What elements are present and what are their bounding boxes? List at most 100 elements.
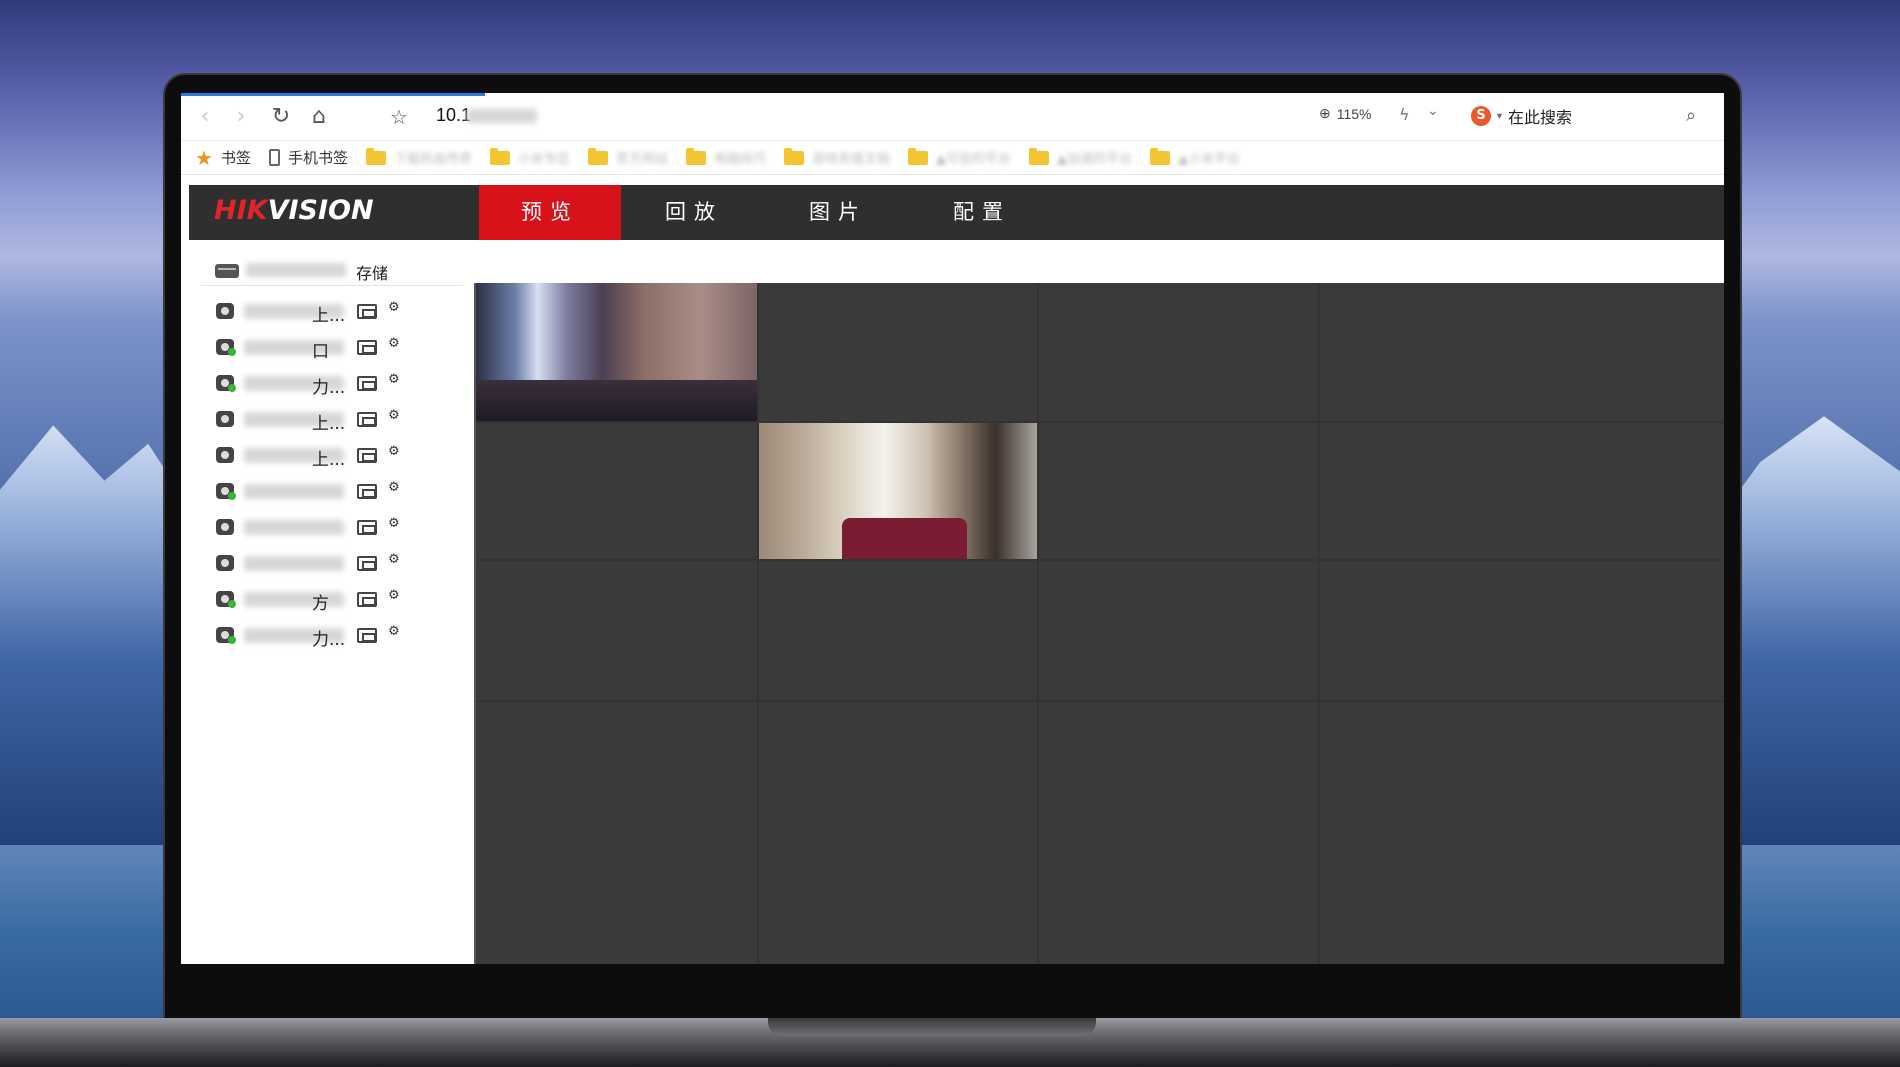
- bookmark-folder[interactable]: 电脑技巧: [686, 147, 766, 167]
- channel-row[interactable]: 上... ⚙: [216, 405, 466, 435]
- record-icon[interactable]: [357, 628, 377, 643]
- channel-row[interactable]: 方 ⚙: [216, 585, 466, 615]
- camera-icon: [216, 339, 236, 356]
- video-feed[interactable]: [476, 283, 757, 421]
- channel-row[interactable]: 上... ⚙: [216, 441, 466, 471]
- address-bar[interactable]: 10.1: [436, 105, 538, 126]
- record-icon[interactable]: [357, 340, 377, 355]
- channel-row[interactable]: 力... ⚙: [216, 621, 466, 651]
- chevron-down-icon[interactable]: ⌄: [1427, 103, 1439, 119]
- tab-preview[interactable]: 预览: [479, 185, 621, 240]
- channel-row[interactable]: ⚙: [216, 549, 466, 579]
- ptz-icon[interactable]: ⚙: [388, 336, 410, 358]
- engine-dropdown-icon[interactable]: ▾: [1497, 111, 1502, 122]
- search-icon[interactable]: ⌕: [1686, 105, 1696, 126]
- video-window-empty[interactable]: [476, 423, 757, 559]
- record-icon[interactable]: [357, 448, 377, 463]
- record-icon[interactable]: [357, 592, 377, 607]
- tab-playback[interactable]: 回放: [623, 185, 765, 240]
- video-window-empty[interactable]: [759, 283, 1037, 421]
- ptz-icon[interactable]: ⚙: [388, 300, 410, 322]
- camera-icon: [216, 447, 234, 463]
- bookmark-folder[interactable]: ▲可信的平台: [908, 147, 1011, 167]
- ptz-icon[interactable]: ⚙: [388, 408, 410, 430]
- storage-device-row[interactable]: 存储: [201, 256, 463, 286]
- ptz-icon[interactable]: ⚙: [388, 516, 410, 538]
- channel-name-redacted: [244, 520, 344, 535]
- folder-icon: [365, 147, 386, 165]
- video-window-empty[interactable]: [1039, 423, 1318, 559]
- bookmark-folder[interactable]: 官方网站: [588, 147, 668, 167]
- tab-picture[interactable]: 图片: [767, 185, 909, 240]
- storage-device-icon: [215, 264, 239, 278]
- record-icon[interactable]: [357, 556, 377, 571]
- video-window-empty[interactable]: [759, 702, 1037, 964]
- hikvision-logo: HIKVISION: [214, 195, 374, 226]
- zoom-control[interactable]: ⊕ 115%: [1319, 105, 1372, 122]
- channel-row[interactable]: ⚙: [216, 477, 466, 507]
- channel-row[interactable]: 上... ⚙: [216, 297, 466, 327]
- record-icon[interactable]: [357, 376, 377, 391]
- ptz-icon[interactable]: ⚙: [388, 588, 410, 610]
- video-window-empty[interactable]: [1039, 283, 1318, 421]
- channel-label: 口: [312, 342, 329, 362]
- video-window-empty[interactable]: [759, 561, 1037, 700]
- bookmark-folder[interactable]: 游戏充值文档: [784, 147, 890, 167]
- record-icon[interactable]: [357, 304, 377, 319]
- channel-label: 上...: [312, 450, 346, 470]
- channel-row[interactable]: 力... ⚙: [216, 369, 466, 399]
- video-window-empty[interactable]: [1320, 702, 1724, 964]
- record-icon[interactable]: [357, 484, 377, 499]
- bolt-icon[interactable]: ϟ: [1399, 105, 1410, 124]
- search-input[interactable]: 在此搜索: [1508, 104, 1572, 128]
- video-window-empty[interactable]: [1320, 561, 1724, 700]
- folder-label: 小米专区: [517, 152, 570, 167]
- mobile-bookmarks[interactable]: 手机书签: [268, 147, 348, 168]
- back-icon[interactable]: ‹: [191, 103, 219, 131]
- bookmark-folder[interactable]: 下载热血传奇: [365, 147, 472, 167]
- camera-icon: [216, 375, 236, 392]
- zoom-level: 115%: [1336, 105, 1372, 122]
- laptop-notch: [768, 1018, 1096, 1036]
- tab-configuration[interactable]: 配置: [911, 185, 1053, 240]
- ptz-icon[interactable]: ⚙: [388, 552, 410, 574]
- video-window-empty[interactable]: [476, 702, 757, 964]
- search-box[interactable]: S ▾ 在此搜索: [1471, 104, 1572, 128]
- video-feed[interactable]: [759, 423, 1037, 559]
- bookmark-folder[interactable]: 小米专区: [489, 147, 570, 167]
- camera-icon: [216, 555, 234, 571]
- record-icon[interactable]: [357, 412, 377, 427]
- bookmark-folder[interactable]: ▲加速的平台: [1029, 147, 1133, 167]
- video-window-empty[interactable]: [1039, 702, 1318, 964]
- reload-icon[interactable]: ↻: [267, 103, 295, 131]
- mobile-bookmarks-label: 手机书签: [287, 149, 348, 167]
- camera-icon: [216, 591, 236, 608]
- video-window-empty[interactable]: [1039, 561, 1318, 700]
- phone-icon: [268, 149, 280, 166]
- ptz-icon[interactable]: ⚙: [388, 480, 410, 502]
- video-window-empty[interactable]: [476, 561, 757, 700]
- channel-row[interactable]: ⚙: [216, 513, 466, 543]
- folder-icon: [908, 147, 929, 165]
- ptz-icon[interactable]: ⚙: [388, 624, 410, 646]
- folder-label: ▲加速的平台: [1057, 152, 1133, 167]
- record-icon[interactable]: [357, 520, 377, 535]
- ptz-icon[interactable]: ⚙: [388, 444, 410, 466]
- channel-row[interactable]: 口 ⚙: [216, 333, 466, 363]
- video-window-empty[interactable]: [1320, 423, 1724, 559]
- camera-icon: [216, 483, 236, 500]
- favorite-star-icon[interactable]: ☆: [385, 103, 413, 131]
- zoom-icon: ⊕: [1319, 105, 1331, 121]
- channel-sidebar: 存储 上... ⚙ 口 ⚙ 力... ⚙ 上... ⚙ 上... ⚙ ⚙ ⚙ ⚙ 方 ⚙ 力... ⚙: [181, 240, 473, 964]
- channel-name-redacted: [244, 556, 344, 571]
- ptz-icon[interactable]: ⚙: [388, 372, 410, 394]
- forward-icon[interactable]: ›: [227, 103, 255, 131]
- video-window-empty[interactable]: [1320, 283, 1724, 421]
- bookmark-folder[interactable]: ▲小米平台: [1150, 147, 1240, 167]
- bookmarks-menu[interactable]: ★ 书签: [195, 146, 251, 170]
- search-engine-icon[interactable]: S: [1471, 106, 1491, 126]
- camera-icon: [216, 303, 234, 319]
- folder-label: 下载热血传奇: [393, 152, 472, 167]
- home-icon[interactable]: ⌂: [305, 103, 333, 131]
- folder-icon: [784, 147, 805, 165]
